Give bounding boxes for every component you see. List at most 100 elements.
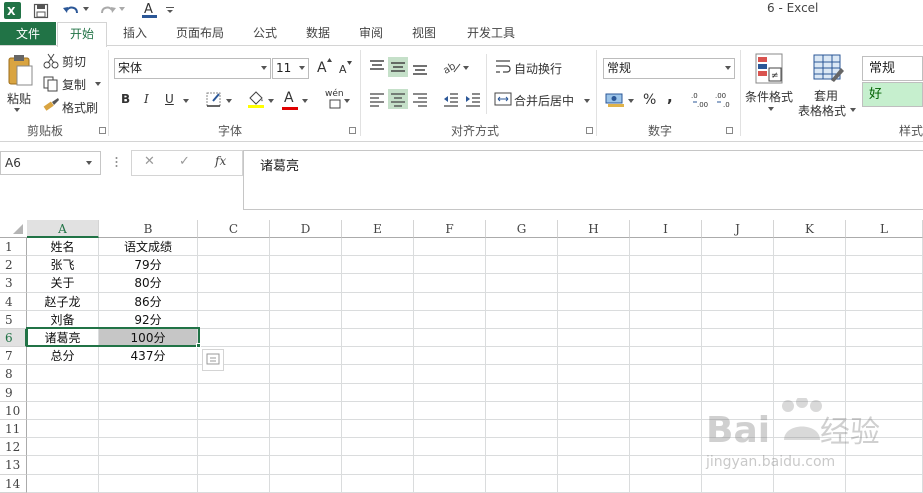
cell-k5[interactable] — [774, 311, 846, 329]
column-header-a[interactable]: A — [27, 220, 99, 238]
cell-i13[interactable] — [630, 456, 702, 475]
number-format-dropdown-icon[interactable] — [725, 66, 732, 71]
column-header-l[interactable]: L — [846, 220, 923, 238]
cell-f2[interactable] — [414, 256, 486, 274]
row-header-11[interactable]: 11 — [0, 420, 27, 438]
number-launcher-icon[interactable] — [726, 127, 733, 134]
cell-d3[interactable] — [270, 274, 342, 293]
row-header-5[interactable]: 5 — [0, 311, 27, 329]
cell-g8[interactable] — [486, 365, 558, 384]
shrink-font-button[interactable]: A — [339, 63, 347, 76]
cell-d9[interactable] — [270, 384, 342, 402]
format-painter-icon[interactable] — [43, 98, 60, 114]
cell-f5[interactable] — [414, 311, 486, 329]
cell-b1[interactable]: 语文成绩 — [99, 238, 198, 256]
tab-review[interactable]: 审阅 — [349, 22, 393, 46]
underline-dropdown-icon[interactable] — [183, 99, 190, 104]
cell-l4[interactable] — [846, 293, 923, 311]
row-header-13[interactable]: 13 — [0, 456, 27, 475]
cell-b11[interactable] — [99, 420, 198, 438]
cell-f4[interactable] — [414, 293, 486, 311]
cell-e3[interactable] — [342, 274, 414, 293]
row-header-10[interactable]: 10 — [0, 402, 27, 420]
copy-icon[interactable] — [43, 76, 59, 92]
cell-a7[interactable]: 总分 — [27, 347, 99, 365]
cell-i3[interactable] — [630, 274, 702, 293]
cell-c2[interactable] — [198, 256, 270, 274]
cell-f14[interactable] — [414, 475, 486, 493]
cell-e1[interactable] — [342, 238, 414, 256]
cell-k6[interactable] — [774, 329, 846, 347]
cut-icon[interactable] — [43, 53, 59, 69]
cell-e14[interactable] — [342, 475, 414, 493]
cell-g14[interactable] — [486, 475, 558, 493]
bold-button[interactable]: B — [121, 92, 130, 106]
cell-e13[interactable] — [342, 456, 414, 475]
undo-icon[interactable] — [62, 3, 80, 19]
column-header-e[interactable]: E — [342, 220, 414, 238]
cell-l6[interactable] — [846, 329, 923, 347]
align-center-icon[interactable] — [388, 89, 408, 109]
cell-i8[interactable] — [630, 365, 702, 384]
tab-data[interactable]: 数据 — [296, 22, 340, 46]
cell-k1[interactable] — [774, 238, 846, 256]
cell-b8[interactable] — [99, 365, 198, 384]
column-header-f[interactable]: F — [414, 220, 486, 238]
cell-d4[interactable] — [270, 293, 342, 311]
cell-b13[interactable] — [99, 456, 198, 475]
cell-i14[interactable] — [630, 475, 702, 493]
increase-decimal-icon[interactable]: .0.00 — [691, 90, 711, 110]
cell-b14[interactable] — [99, 475, 198, 493]
cell-e10[interactable] — [342, 402, 414, 420]
formula-input[interactable]: 诸葛亮 — [243, 150, 923, 210]
grow-font-button[interactable]: A — [317, 60, 327, 76]
cell-i12[interactable] — [630, 438, 702, 456]
cell-e2[interactable] — [342, 256, 414, 274]
cell-d11[interactable] — [270, 420, 342, 438]
phonetic-guide-button[interactable]: wén — [325, 89, 344, 99]
copy-dropdown-icon[interactable] — [95, 82, 102, 87]
cell-g4[interactable] — [486, 293, 558, 311]
cell-j2[interactable] — [702, 256, 774, 274]
wrap-text-button[interactable]: 自动换行 — [514, 60, 562, 77]
cell-e5[interactable] — [342, 311, 414, 329]
cell-h9[interactable] — [558, 384, 630, 402]
cell-c6[interactable] — [198, 329, 270, 347]
alignment-launcher-icon[interactable] — [586, 127, 593, 134]
cell-a8[interactable] — [27, 365, 99, 384]
cell-c10[interactable] — [198, 402, 270, 420]
align-middle-icon[interactable] — [388, 57, 408, 77]
cell-h11[interactable] — [558, 420, 630, 438]
wrap-text-icon[interactable] — [494, 58, 512, 76]
fill-color-dropdown-icon[interactable] — [268, 99, 275, 104]
orientation-dropdown-icon[interactable] — [463, 66, 470, 71]
cell-style-normal[interactable]: 常规 — [862, 56, 923, 81]
cell-d13[interactable] — [270, 456, 342, 475]
column-header-j[interactable]: J — [702, 220, 774, 238]
cell-a4[interactable]: 赵子龙 — [27, 293, 99, 311]
cell-g11[interactable] — [486, 420, 558, 438]
cell-i7[interactable] — [630, 347, 702, 365]
borders-dropdown-icon[interactable] — [226, 99, 233, 104]
cell-l7[interactable] — [846, 347, 923, 365]
paste-dropdown-icon[interactable] — [14, 108, 21, 113]
cell-a11[interactable] — [27, 420, 99, 438]
conditional-formatting-button[interactable]: 条件格式 — [745, 88, 793, 105]
conditional-formatting-icon[interactable]: ≠ — [755, 53, 785, 85]
cell-e4[interactable] — [342, 293, 414, 311]
cut-button[interactable]: 剪切 — [62, 53, 86, 70]
column-header-i[interactable]: I — [630, 220, 702, 238]
cell-f10[interactable] — [414, 402, 486, 420]
cell-a2[interactable]: 张飞 — [27, 256, 99, 274]
cell-c13[interactable] — [198, 456, 270, 475]
cell-h8[interactable] — [558, 365, 630, 384]
cell-b4[interactable]: 86分 — [99, 293, 198, 311]
cell-h7[interactable] — [558, 347, 630, 365]
italic-button[interactable]: I — [144, 92, 149, 106]
cell-d8[interactable] — [270, 365, 342, 384]
cell-h1[interactable] — [558, 238, 630, 256]
cell-d2[interactable] — [270, 256, 342, 274]
column-header-g[interactable]: G — [486, 220, 558, 238]
format-as-table-dropdown-icon[interactable] — [850, 108, 857, 113]
cell-d6[interactable] — [270, 329, 342, 347]
